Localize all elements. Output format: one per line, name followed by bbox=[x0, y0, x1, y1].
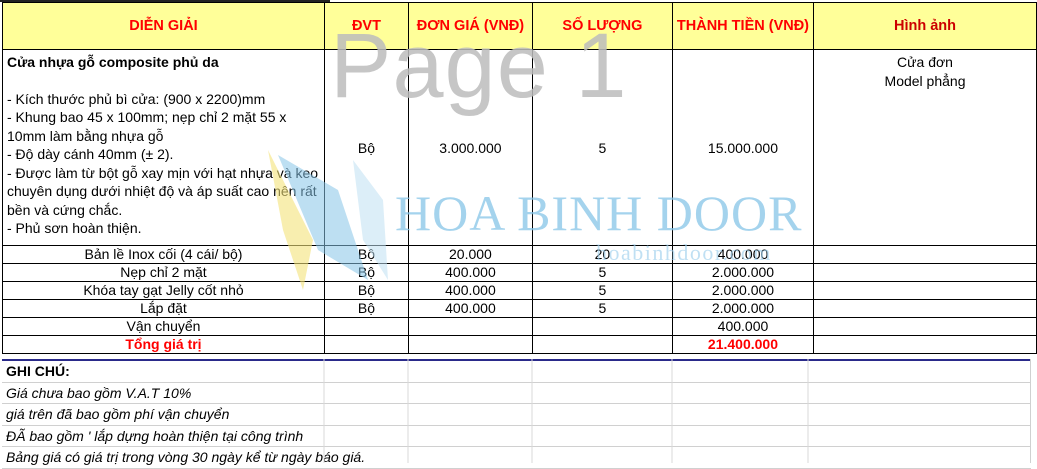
spec-line: - Khung bao 45 x 100mm; nẹp chỉ 2 mặt 55… bbox=[7, 109, 287, 144]
item-amount: 2.000.000 bbox=[671, 281, 815, 300]
header-unit-price: ĐƠN GIÁ (VNĐ) bbox=[407, 2, 533, 50]
total-label: Tổng giá trị bbox=[2, 335, 325, 354]
main-item-title: Cửa nhựa gỗ composite phủ da bbox=[7, 54, 219, 70]
item-unit: Bộ bbox=[323, 299, 409, 318]
item-unit: Bộ bbox=[323, 245, 409, 264]
header-amount: THÀNH TIỀN (VNĐ) bbox=[671, 2, 815, 50]
item-amount: 400.000 bbox=[671, 317, 815, 336]
note-line: Bảng giá có giá trị trong vòng 30 ngày k… bbox=[2, 447, 1031, 469]
item-amount: 2.000.000 bbox=[671, 263, 815, 282]
note-line: giá trên đã bao gồm phí vận chuyển bbox=[2, 404, 1031, 426]
total-blank bbox=[531, 335, 673, 354]
table-row: Khóa tay gạt Jelly cốt nhỏ Bộ 400.000 5 … bbox=[2, 281, 1037, 300]
item-image bbox=[813, 263, 1037, 282]
item-name: Vận chuyển bbox=[2, 317, 325, 336]
table-row: Vận chuyển 400.000 bbox=[2, 317, 1037, 336]
main-item-image-cell: Cửa đơn Model phẳng bbox=[813, 49, 1037, 246]
item-amount: 400.000 bbox=[671, 245, 815, 264]
right-gridline bbox=[1030, 359, 1031, 463]
main-item-amount: 15.000.000 bbox=[671, 49, 815, 246]
notes-section: GHI CHÚ: Giá chưa bao gồm V.A.T 10% giá … bbox=[2, 359, 1031, 469]
item-unit-price: 400.000 bbox=[407, 263, 533, 282]
image-model: Model phẳng bbox=[884, 73, 966, 89]
item-quantity bbox=[531, 317, 673, 336]
spec-line: - Độ dày cánh 40mm (± 2). bbox=[7, 146, 174, 162]
item-quantity: 5 bbox=[531, 299, 673, 318]
main-item-quantity: 5 bbox=[531, 49, 673, 246]
note-line: Giá chưa bao gồm V.A.T 10% bbox=[2, 383, 1031, 404]
item-unit-price: 20.000 bbox=[407, 245, 533, 264]
item-image bbox=[813, 317, 1037, 336]
header-unit: ĐVT bbox=[323, 2, 409, 50]
item-unit-price: 400.000 bbox=[407, 299, 533, 318]
item-quantity: 5 bbox=[531, 281, 673, 300]
spec-line: - Kích thước phủ bì cửa: (900 x 2200)mm bbox=[7, 90, 266, 107]
image-caption: Cửa đơn bbox=[897, 54, 953, 70]
header-quantity: SỐ LƯỢNG bbox=[531, 2, 673, 50]
table-row: Nẹp chỉ 2 mặt Bộ 400.000 5 2.000.000 bbox=[2, 263, 1037, 282]
main-item-description: Cửa nhựa gỗ composite phủ da - Kích thướ… bbox=[2, 49, 325, 246]
item-unit-price bbox=[407, 317, 533, 336]
header-description: DIỄN GIẢI bbox=[2, 2, 325, 50]
item-image bbox=[813, 299, 1037, 318]
quotation-table: DIỄN GIẢI ĐVT ĐƠN GIÁ (VNĐ) SỐ LƯỢNG THÀ… bbox=[2, 2, 1037, 354]
notes-heading: GHI CHÚ: bbox=[2, 359, 1031, 383]
item-name: Lắp đặt bbox=[2, 299, 325, 318]
spec-line: - Được làm từ bột gỗ xay mịn với hạt nhự… bbox=[7, 164, 319, 218]
item-amount: 2.000.000 bbox=[671, 299, 815, 318]
item-unit: Bộ bbox=[323, 263, 409, 282]
item-name: Bản lề Inox cối (4 cái/ bộ) bbox=[2, 245, 325, 264]
item-image bbox=[813, 245, 1037, 264]
table-row: Lắp đặt Bộ 400.000 5 2.000.000 bbox=[2, 299, 1037, 318]
spec-line: - Phủ sơn hoàn thiện. bbox=[7, 220, 142, 236]
total-blank bbox=[407, 335, 533, 354]
main-item-unit-price: 3.000.000 bbox=[407, 49, 533, 246]
header-image: Hình ảnh bbox=[813, 2, 1037, 50]
item-unit bbox=[323, 317, 409, 336]
item-quantity: 5 bbox=[531, 263, 673, 282]
item-image bbox=[813, 281, 1037, 300]
header-row: DIỄN GIẢI ĐVT ĐƠN GIÁ (VNĐ) SỐ LƯỢNG THÀ… bbox=[2, 2, 1037, 50]
total-blank bbox=[323, 335, 409, 354]
main-item-row: Cửa nhựa gỗ composite phủ da - Kích thướ… bbox=[2, 49, 1037, 246]
item-name: Khóa tay gạt Jelly cốt nhỏ bbox=[2, 281, 325, 300]
item-quantity: 20 bbox=[531, 245, 673, 264]
total-blank bbox=[813, 335, 1037, 354]
main-item-unit: Bộ bbox=[323, 49, 409, 246]
item-name: Nẹp chỉ 2 mặt bbox=[2, 263, 325, 282]
total-row: Tổng giá trị 21.400.000 bbox=[2, 335, 1037, 354]
table-row: Bản lề Inox cối (4 cái/ bộ) Bộ 20.000 20… bbox=[2, 245, 1037, 264]
item-unit-price: 400.000 bbox=[407, 281, 533, 300]
item-unit: Bộ bbox=[323, 281, 409, 300]
spreadsheet-page: DIỄN GIẢI ĐVT ĐƠN GIÁ (VNĐ) SỐ LƯỢNG THÀ… bbox=[0, 0, 1037, 469]
total-amount: 21.400.000 bbox=[671, 335, 815, 354]
note-line: ĐÃ bao gồm ' lắp dựng hoàn thiện tại côn… bbox=[2, 426, 1031, 447]
